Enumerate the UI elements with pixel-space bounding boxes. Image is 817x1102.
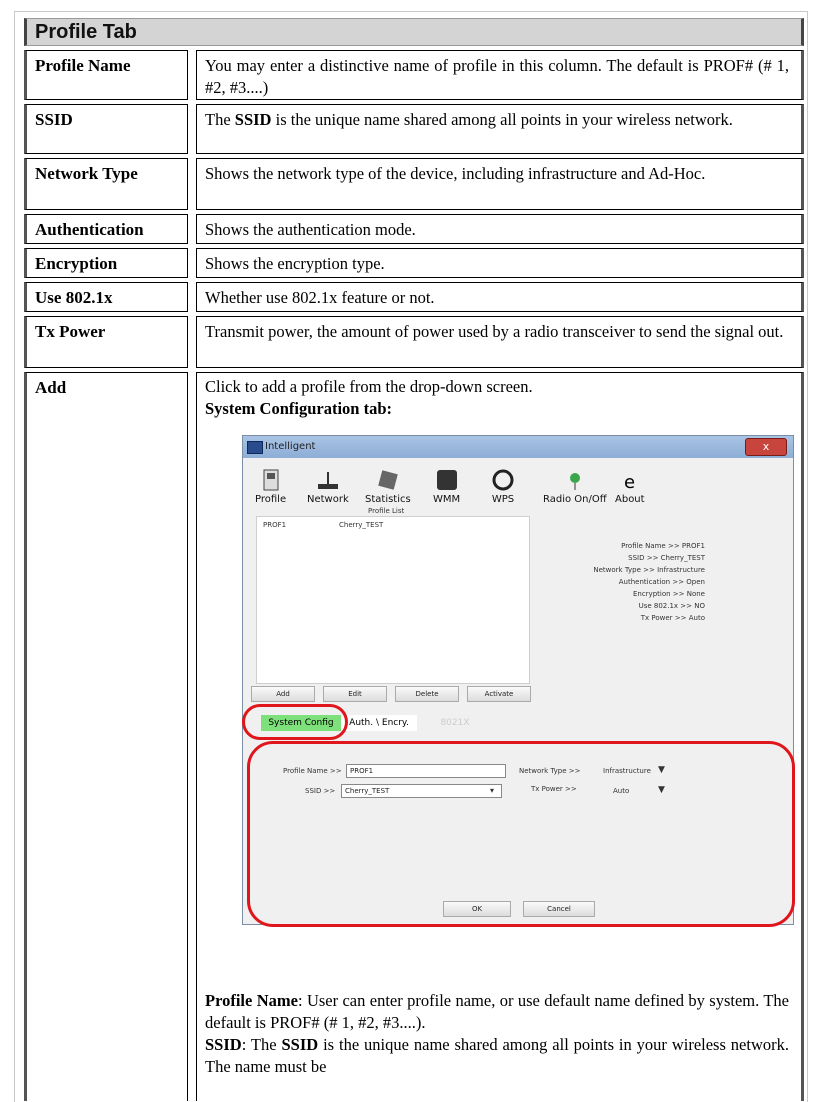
highlight-tab-circle xyxy=(242,704,348,740)
row-desc: Shows the encryption type. xyxy=(205,254,385,273)
table-row-use-8021x: Use 802.1x Whether use 802.1x feature or… xyxy=(24,282,804,312)
row-desc-cell: The SSID is the unique name shared among… xyxy=(196,104,804,154)
row-label-cell: Add xyxy=(24,372,188,1101)
toolbar-network[interactable]: Network xyxy=(307,468,349,505)
toolbar-statistics[interactable]: Statistics xyxy=(365,468,411,505)
toolbar-radio[interactable]: Radio On/Off xyxy=(543,468,607,505)
network-type-dropdown-icon[interactable]: ▼ xyxy=(658,765,665,775)
table-row-profile-name: Profile Name You may enter a distinctive… xyxy=(24,50,804,100)
cancel-button[interactable]: Cancel xyxy=(523,901,595,917)
add-desc-line: Click to add a profile from the drop-dow… xyxy=(205,377,533,396)
section-title-bar: Profile Tab xyxy=(24,18,804,46)
toolbar-profile[interactable]: Profile xyxy=(255,468,286,505)
row-desc-cell: Shows the network type of the device, in… xyxy=(196,158,804,210)
toolbar-about[interactable]: e About xyxy=(615,468,645,505)
network-icon xyxy=(316,468,340,492)
row-label: Use 802.1x xyxy=(35,288,113,307)
row-label: Authentication xyxy=(35,220,144,239)
profile-name-label: Profile Name >> xyxy=(283,767,342,775)
row-label: SSID xyxy=(35,110,73,129)
add-intro: Click to add a profile from the drop-dow… xyxy=(205,376,789,420)
row-label-cell: Network Type xyxy=(24,158,188,210)
row-label-cell: Use 802.1x xyxy=(24,282,188,312)
profile-list-title: Profile List xyxy=(368,507,405,515)
row-label-cell: Tx Power xyxy=(24,316,188,368)
about-icon: e xyxy=(618,468,642,493)
row-label-cell: Profile Name xyxy=(24,50,188,100)
app-icon xyxy=(247,441,263,454)
row-desc-cell: You may enter a distinctive name of prof… xyxy=(196,50,804,100)
tab-8021x[interactable]: 8021X xyxy=(417,715,493,731)
row-label-cell: Authentication xyxy=(24,214,188,244)
system-config-heading: System Configuration tab: xyxy=(205,399,393,418)
ok-button[interactable]: OK xyxy=(443,901,511,917)
tx-power-label: Tx Power >> xyxy=(531,785,577,793)
table-row-ssid: SSID The SSID is the unique name shared … xyxy=(24,104,804,154)
network-type-label: Network Type >> xyxy=(519,767,581,775)
table-row-authentication: Authentication Shows the authentication … xyxy=(24,214,804,244)
add-button[interactable]: Add xyxy=(251,686,315,702)
radio-icon xyxy=(563,468,587,492)
svg-text:e: e xyxy=(624,472,635,492)
row-label-cell: Encryption xyxy=(24,248,188,278)
wps-icon xyxy=(491,468,515,492)
row-label: Encryption xyxy=(35,254,118,273)
tx-power-dropdown-icon[interactable]: ▼ xyxy=(658,785,665,795)
row-desc-cell: Shows the authentication mode. xyxy=(196,214,804,244)
toolbar-wmm[interactable]: WMM xyxy=(433,468,460,505)
row-desc-cell: Whether use 802.1x feature or not. xyxy=(196,282,804,312)
chevron-down-icon[interactable]: ▾ xyxy=(490,786,494,795)
edit-button[interactable]: Edit xyxy=(323,686,387,702)
section-title: Profile Tab xyxy=(35,21,137,43)
add-explanation: Profile Name: User can enter profile nam… xyxy=(205,991,789,1076)
row-desc: The SSID is the unique name shared among… xyxy=(205,110,733,129)
table-row-tx-power: Tx Power Transmit power, the amount of p… xyxy=(24,316,804,368)
row-desc: You may enter a distinctive name of prof… xyxy=(205,56,789,97)
ssid-label: SSID >> xyxy=(305,787,336,795)
table-row-network-type: Network Type Shows the network type of t… xyxy=(24,158,804,210)
statistics-icon xyxy=(376,468,400,492)
row-desc-cell: Transmit power, the amount of power used… xyxy=(196,316,804,368)
window-title: Intelligent xyxy=(265,441,316,452)
window-titlebar: Intelligent x xyxy=(243,436,793,458)
profile-name-input[interactable]: PROF1 xyxy=(346,764,506,778)
row-desc: Shows the authentication mode. xyxy=(205,220,416,239)
profile-list[interactable]: PROF1 Cherry_TEST xyxy=(256,516,530,684)
ssid-combobox[interactable]: Cherry_TEST xyxy=(341,784,502,798)
toolbar-wps[interactable]: WPS xyxy=(491,468,515,505)
row-label: Tx Power xyxy=(35,322,106,341)
row-label-cell: SSID xyxy=(24,104,188,154)
profile-list-name: PROF1 xyxy=(263,521,287,529)
row-desc: Whether use 802.1x feature or not. xyxy=(205,288,435,307)
tx-power-value[interactable]: Auto xyxy=(613,787,629,795)
row-desc: Shows the network type of the device, in… xyxy=(205,164,706,183)
activate-button[interactable]: Activate xyxy=(467,686,531,702)
wmm-icon xyxy=(435,468,459,492)
row-label: Add xyxy=(35,378,67,397)
profile-list-ssid: Cherry_TEST xyxy=(339,521,384,529)
utility-window-screenshot: Intelligent x Profile Network Statistics… xyxy=(242,435,795,927)
row-desc-cell: Shows the encryption type. xyxy=(196,248,804,278)
network-type-value[interactable]: Infrastructure xyxy=(603,767,651,775)
tab-auth-encry[interactable]: Auth. \ Encry. xyxy=(341,715,417,731)
row-label: Profile Name xyxy=(35,56,131,75)
table-row-encryption: Encryption Shows the encryption type. xyxy=(24,248,804,278)
profile-icon xyxy=(259,468,283,492)
row-label: Network Type xyxy=(35,164,138,183)
delete-button[interactable]: Delete xyxy=(395,686,459,702)
row-desc: Transmit power, the amount of power used… xyxy=(205,322,784,341)
close-button[interactable]: x xyxy=(745,438,787,456)
